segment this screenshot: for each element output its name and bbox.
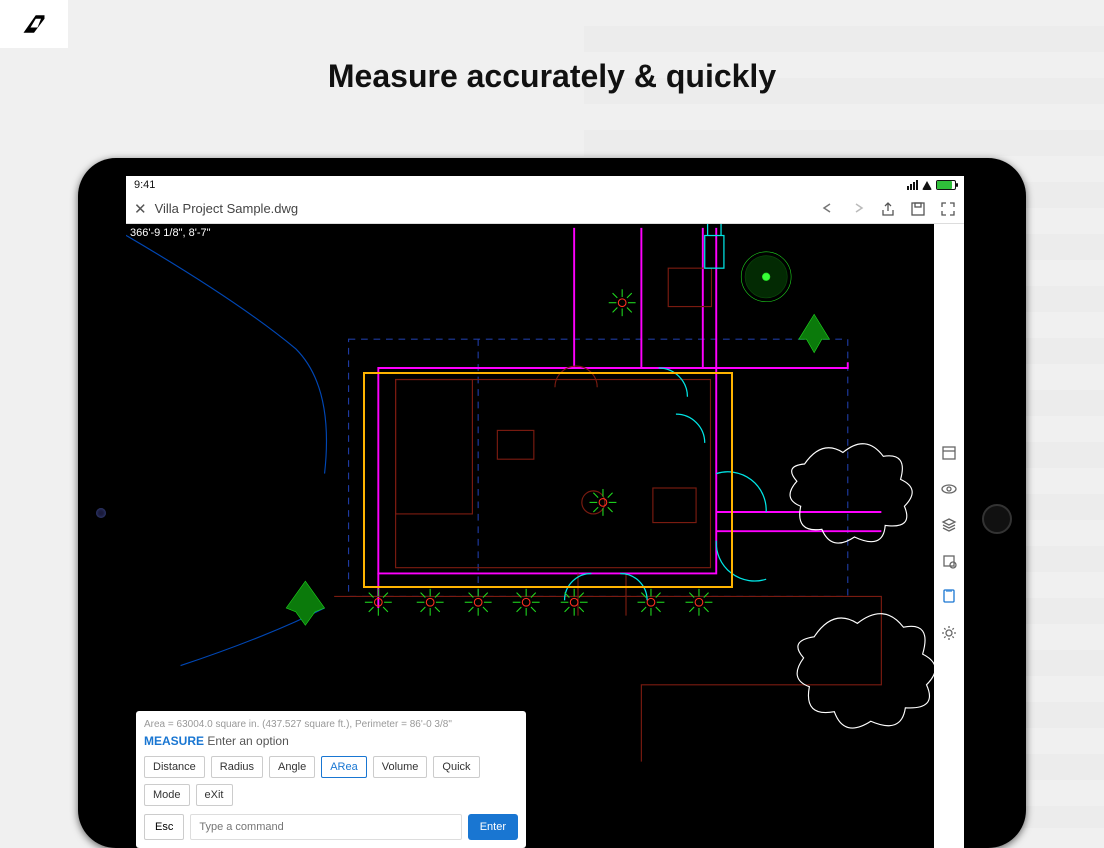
selection-rectangle <box>363 372 733 588</box>
drawing-canvas[interactable]: 366'-9 1/8", 8'-7" <box>126 224 934 848</box>
cmd-option-quick[interactable]: Quick <box>433 756 479 778</box>
enter-button[interactable]: Enter <box>468 814 518 840</box>
cmd-option-volume[interactable]: Volume <box>373 756 428 778</box>
status-icons <box>907 180 956 190</box>
blocks-tool-icon[interactable] <box>940 552 958 570</box>
autodesk-logo <box>0 0 68 48</box>
cmd-option-angle[interactable]: Angle <box>269 756 315 778</box>
command-options: Distance Radius Angle ARea VolumeQuick ModeeX… <box>144 756 518 806</box>
layers-tool-icon[interactable] <box>940 516 958 534</box>
command-input[interactable] <box>190 814 461 840</box>
properties-tool-icon[interactable] <box>940 444 958 462</box>
tool-sidebar <box>934 224 964 848</box>
camera-dot <box>96 508 106 518</box>
cmd-option-exit[interactable]: eXit <box>196 784 233 806</box>
command-prompt: MEASURE Enter an option <box>144 734 518 748</box>
command-prompt-text: Enter an option <box>207 734 288 748</box>
redo-icon[interactable] <box>850 201 866 217</box>
file-bar: ✕ Villa Project Sample.dwg <box>126 194 964 224</box>
undo-icon[interactable] <box>820 201 836 217</box>
command-keyword: MEASURE <box>144 734 204 748</box>
esc-button[interactable]: Esc <box>144 814 184 840</box>
file-name: Villa Project Sample.dwg <box>155 201 299 216</box>
battery-icon <box>936 180 956 190</box>
fullscreen-icon[interactable] <box>940 201 956 217</box>
signal-icon <box>907 180 918 190</box>
cmd-option-distance[interactable]: Distance <box>144 756 205 778</box>
home-button <box>982 504 1012 534</box>
autodesk-logo-icon <box>20 10 48 38</box>
share-icon[interactable] <box>880 201 896 217</box>
file-actions <box>820 201 956 217</box>
command-status: Area = 63004.0 square in. (437.527 squar… <box>144 719 518 730</box>
save-icon[interactable] <box>910 201 926 217</box>
view-tool-icon[interactable] <box>940 480 958 498</box>
cmd-option-mode[interactable]: Mode <box>144 784 190 806</box>
wifi-icon <box>922 181 932 190</box>
status-bar: 9:41 <box>126 176 964 194</box>
cmd-option-area[interactable]: ARea <box>321 756 367 778</box>
headline: Measure accurately & quickly <box>0 58 1104 95</box>
measure-tool-icon[interactable] <box>940 588 958 606</box>
screen: 9:41 ✕ Villa Project Sample.dwg 3 <box>126 176 964 848</box>
canvas-wrap: 366'-9 1/8", 8'-7" <box>126 224 964 848</box>
tablet-frame: 9:41 ✕ Villa Project Sample.dwg 3 <box>78 158 1026 848</box>
settings-tool-icon[interactable] <box>940 624 958 642</box>
command-panel: Area = 63004.0 square in. (437.527 squar… <box>136 711 526 848</box>
close-icon[interactable]: ✕ <box>134 200 147 218</box>
cmd-option-radius[interactable]: Radius <box>211 756 263 778</box>
status-time: 9:41 <box>134 179 155 191</box>
